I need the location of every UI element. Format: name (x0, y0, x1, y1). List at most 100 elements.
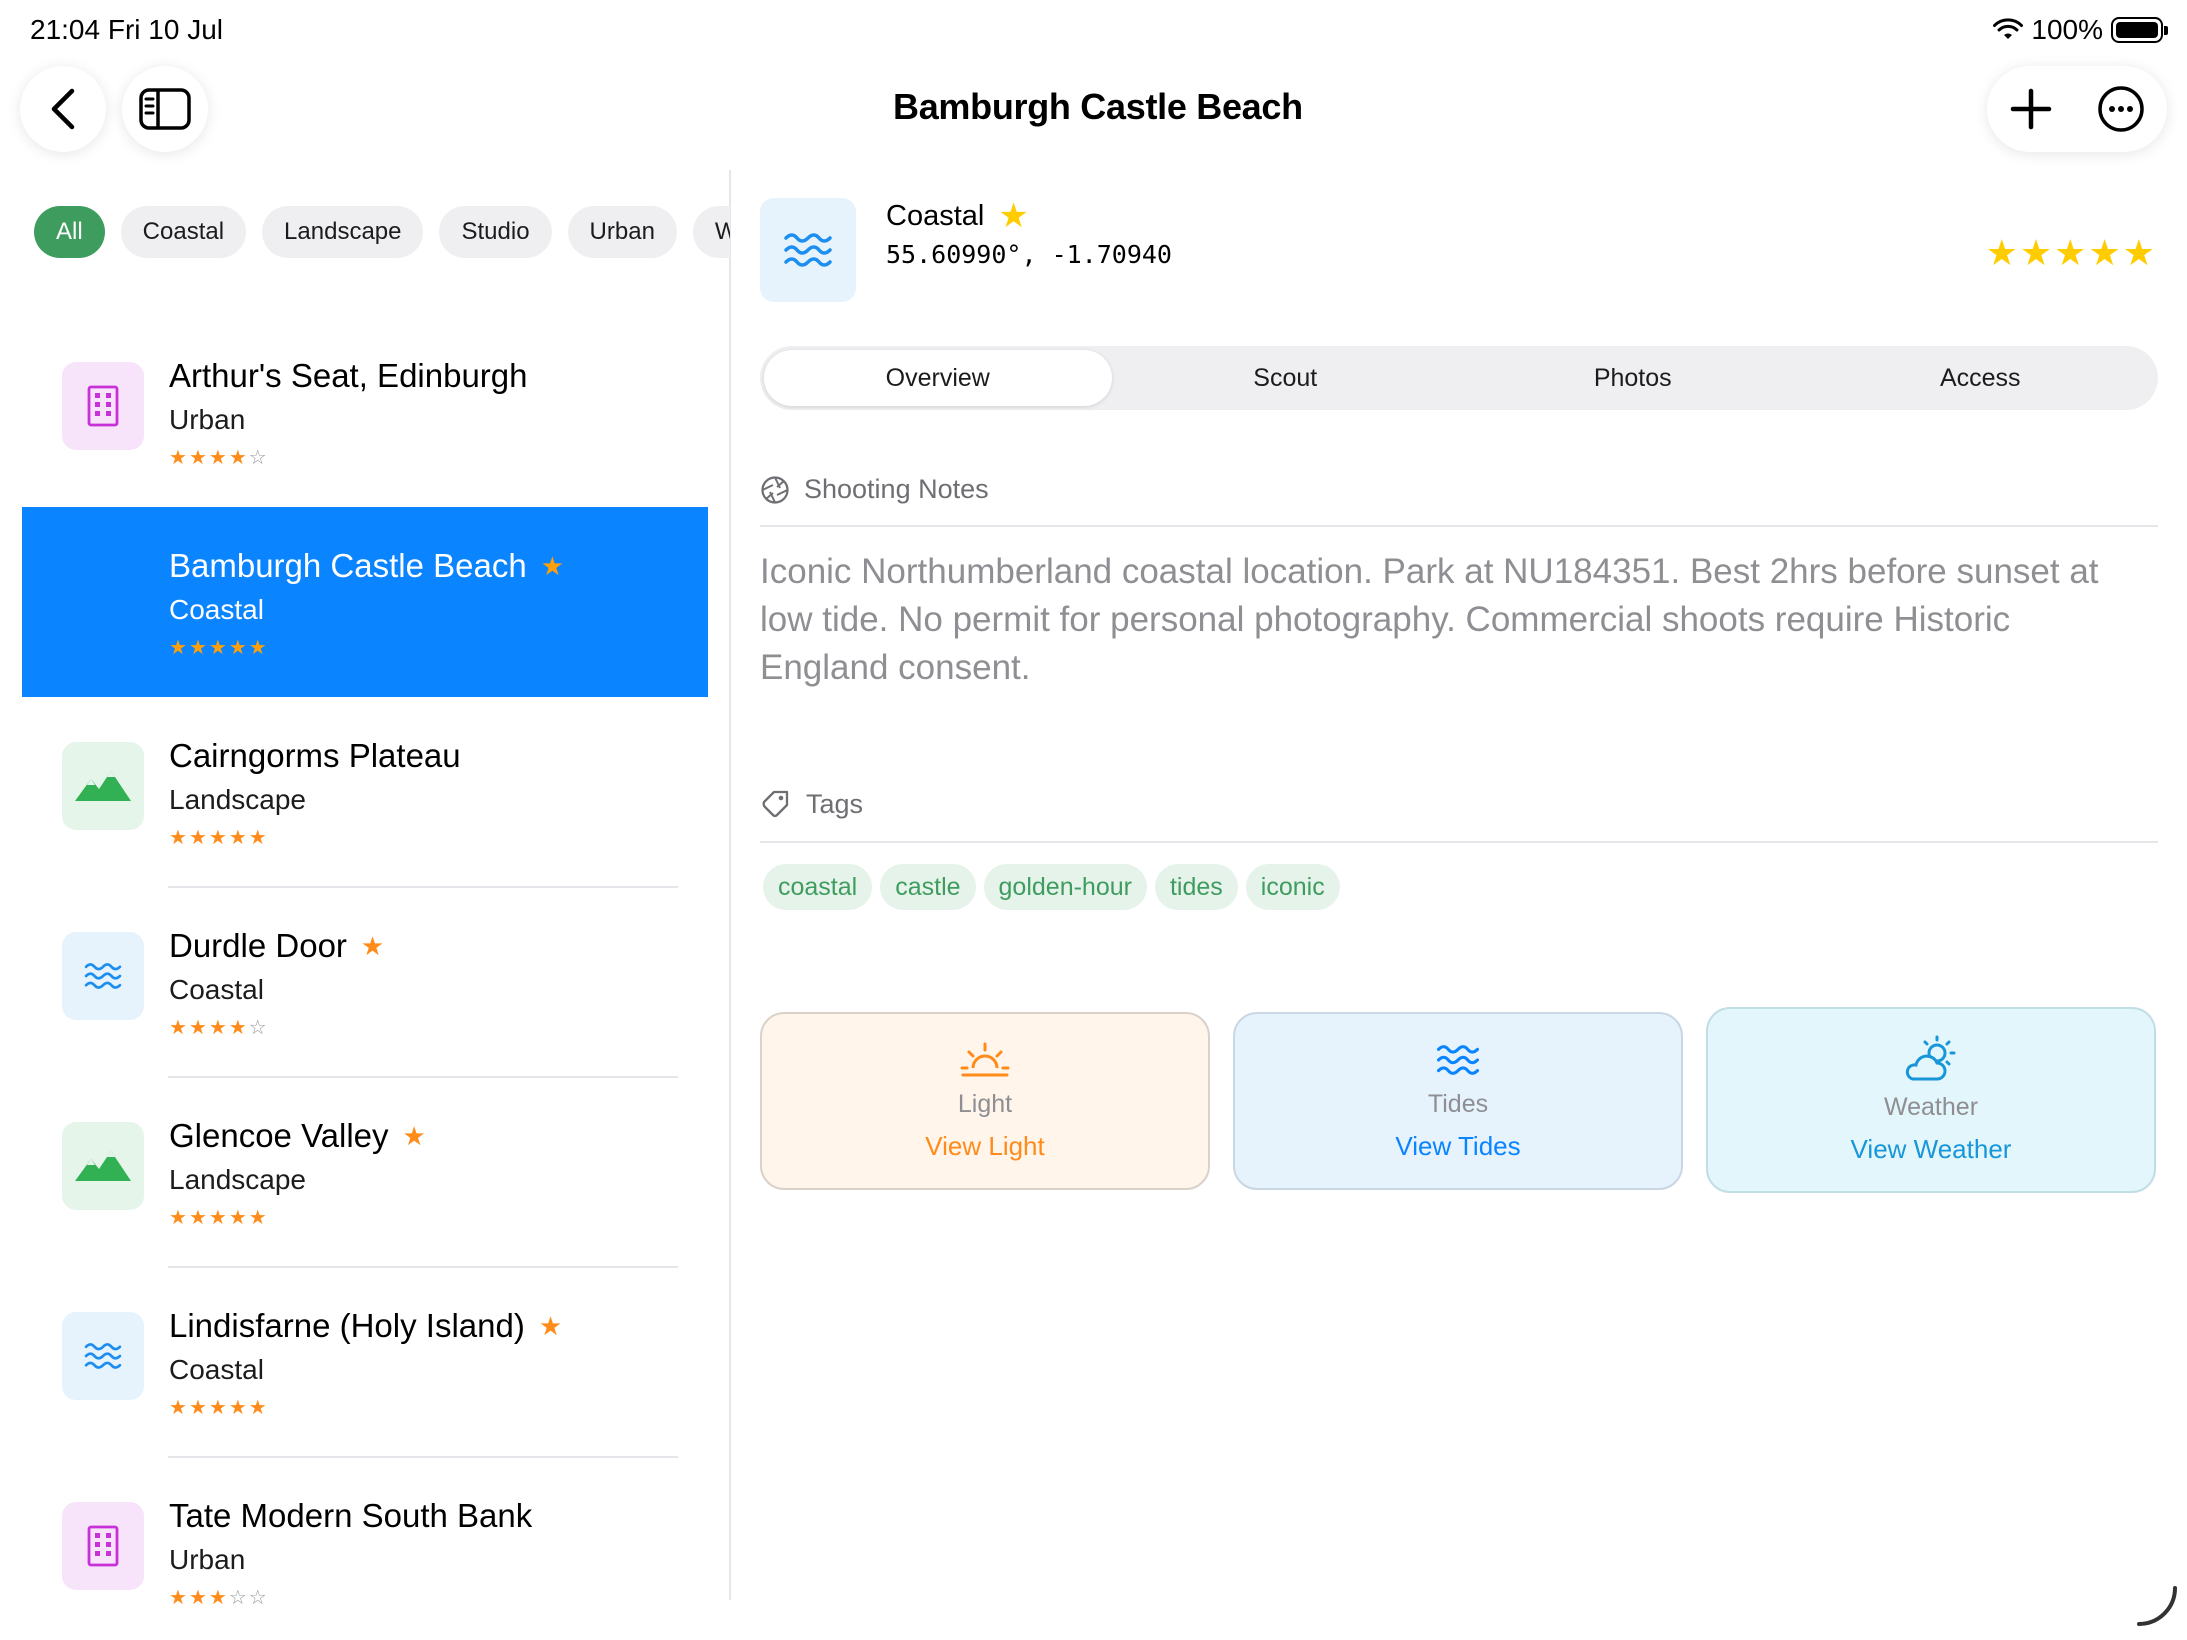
building-icon (62, 1502, 144, 1590)
star-filled-icon: ★ (228, 1017, 249, 1039)
filter-chip-urban[interactable]: Urban (567, 206, 677, 258)
tag-list: coastal castle golden-hour tides iconic (763, 864, 1340, 910)
building-icon (62, 362, 144, 450)
light-card-label: Light (957, 1090, 1013, 1118)
star-filled-icon: ★ (248, 827, 269, 849)
resize-handle-icon[interactable] (2135, 1584, 2179, 1628)
location-rating: ★★★★★ (169, 1205, 269, 1230)
location-category: Coastal (169, 1354, 264, 1385)
star-filled-icon: ★ (188, 1587, 209, 1609)
view-weather-link[interactable]: View Weather (1851, 1134, 2012, 1165)
location-list-item[interactable]: Bamburgh Castle Beach ★ Coastal ★★★★★ (22, 507, 708, 697)
star-filled-icon[interactable]: ★ (2123, 232, 2157, 273)
location-rating: ★★★★★ (169, 635, 269, 660)
weather-card-label: Weather (1883, 1093, 1979, 1121)
detail-rating[interactable]: ★★★★★ (1986, 232, 2157, 274)
section-divider (760, 525, 2158, 527)
favorite-star-icon: ★ (540, 550, 565, 581)
star-filled-icon: ★ (208, 1587, 229, 1609)
location-name: Cairngorms Plateau (169, 737, 461, 775)
tab-photos[interactable]: Photos (1459, 350, 1807, 406)
location-list-item[interactable]: Tate Modern South Bank Urban ★★★☆☆ (22, 1457, 708, 1640)
location-list-item[interactable]: Lindisfarne (Holy Island) ★ Coastal ★★★★★ (22, 1267, 708, 1457)
filter-chip-more[interactable]: W (692, 206, 730, 258)
view-light-link[interactable]: View Light (925, 1131, 1045, 1162)
star-filled-icon[interactable]: ★ (1986, 232, 2020, 273)
filter-chips: All Coastal Landscape Studio Urban W (34, 206, 730, 258)
star-filled-icon: ★ (208, 1017, 229, 1039)
detail-category-label: Coastal (886, 199, 985, 232)
tag-chip[interactable]: coastal (763, 864, 873, 910)
tag-chip[interactable]: golden-hour (983, 864, 1147, 910)
star-filled-icon: ★ (208, 1207, 229, 1229)
detail-category: Coastal ★ (886, 196, 1029, 236)
sidebar-toggle-button[interactable] (122, 66, 208, 152)
star-filled-icon: ★ (169, 827, 189, 849)
star-filled-icon: ★ (188, 827, 209, 849)
location-rating: ★★★☆☆ (169, 1585, 269, 1610)
shooting-notes-header: Shooting Notes (760, 474, 989, 505)
star-filled-icon: ★ (188, 1397, 209, 1419)
star-filled-icon: ★ (228, 1397, 249, 1419)
tab-scout[interactable]: Scout (1112, 350, 1460, 406)
sidebar-icon (139, 88, 191, 130)
section-divider (760, 841, 2158, 843)
more-options-button[interactable] (2097, 85, 2145, 133)
view-tides-link[interactable]: View Tides (1395, 1131, 1520, 1162)
wifi-icon (1993, 18, 2024, 39)
filter-chip-landscape[interactable]: Landscape (262, 206, 424, 258)
location-category: Coastal (169, 594, 264, 625)
star-filled-icon: ★ (188, 637, 209, 659)
star-filled-icon: ★ (208, 1397, 229, 1419)
location-category: Landscape (169, 1164, 307, 1195)
location-list-item[interactable]: Cairngorms Plateau Landscape ★★★★★ (22, 697, 708, 887)
favorite-star-icon[interactable]: ★ (998, 196, 1028, 236)
tab-access[interactable]: Access (1807, 350, 2155, 406)
location-category: Landscape (169, 784, 307, 815)
star-filled-icon: ★ (248, 637, 269, 659)
location-list-item[interactable]: Glencoe Valley ★ Landscape ★★★★★ (22, 1077, 708, 1267)
back-button[interactable] (20, 66, 106, 152)
battery-percent: 100% (2031, 14, 2103, 45)
tag-chip[interactable]: tides (1154, 864, 1238, 910)
star-filled-icon: ★ (228, 827, 249, 849)
filter-chip-all[interactable]: All (34, 206, 105, 258)
star-filled-icon: ★ (169, 1207, 189, 1229)
tab-overview[interactable]: Overview (764, 350, 1112, 406)
star-filled-icon: ★ (248, 1397, 269, 1419)
star-filled-icon[interactable]: ★ (2020, 232, 2054, 273)
tides-card[interactable]: Tides View Tides (1233, 1012, 1683, 1190)
filter-chip-studio[interactable]: Studio (439, 206, 552, 258)
location-rating: ★★★★☆ (169, 1015, 269, 1040)
star-filled-icon: ★ (228, 637, 249, 659)
status-time: 21:04 Fri 10 Jul (30, 14, 223, 45)
location-name: Arthur's Seat, Edinburgh (169, 357, 528, 395)
detail-tabs: Overview Scout Photos Access (760, 346, 2158, 410)
page-title: Bamburgh Castle Beach (893, 86, 1303, 127)
filter-chip-coastal[interactable]: Coastal (120, 206, 247, 258)
cloud-sun-icon (1905, 1035, 1956, 1081)
star-filled-icon[interactable]: ★ (2054, 232, 2088, 273)
location-list-item[interactable]: Arthur's Seat, Edinburgh Urban ★★★★☆ (22, 317, 708, 507)
waves-icon (1436, 1045, 1480, 1075)
light-card[interactable]: Light View Light (760, 1012, 1210, 1190)
star-filled-icon[interactable]: ★ (2088, 232, 2122, 273)
tag-chip[interactable]: castle (880, 864, 976, 910)
location-list-item[interactable]: Durdle Door ★ Coastal ★★★★☆ (22, 887, 708, 1077)
chevron-left-icon (51, 88, 75, 130)
star-empty-icon: ☆ (248, 447, 269, 469)
location-name: Bamburgh Castle Beach ★ (169, 547, 564, 585)
star-filled-icon: ★ (208, 447, 229, 469)
tag-chip[interactable]: iconic (1245, 864, 1340, 910)
star-filled-icon: ★ (188, 447, 209, 469)
status-indicators: 100% (1993, 14, 2168, 46)
location-name: Durdle Door ★ (169, 927, 384, 965)
tags-title: Tags (806, 788, 864, 819)
weather-card[interactable]: Weather View Weather (1706, 1007, 2156, 1193)
star-filled-icon: ★ (228, 447, 249, 469)
location-rating: ★★★★★ (169, 1395, 269, 1420)
star-filled-icon: ★ (169, 1587, 189, 1609)
favorite-star-icon: ★ (538, 1310, 563, 1341)
add-button[interactable] (2009, 87, 2053, 131)
location-name: Glencoe Valley ★ (169, 1117, 426, 1155)
